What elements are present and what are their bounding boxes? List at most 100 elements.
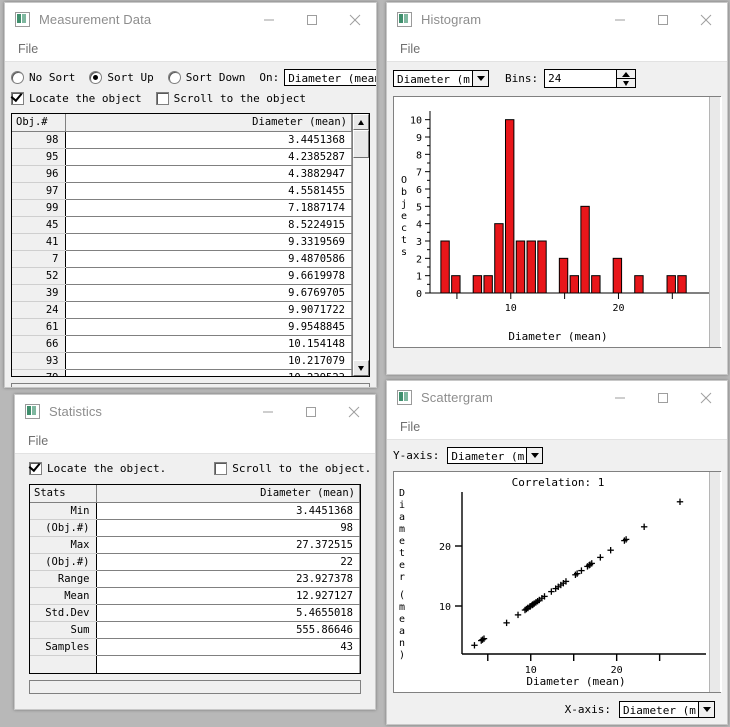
histogram-variable-combo[interactable]: Diameter (m (393, 70, 489, 87)
window-statistics[interactable]: Statistics File Locate the object. Scrol… (14, 394, 376, 710)
svg-text:5: 5 (416, 202, 422, 213)
table-row[interactable]: 41 9.3319569 (12, 233, 352, 251)
table-row[interactable]: Range 23.927378 (30, 570, 360, 588)
window-histogram[interactable]: Histogram File Diameter (m Bins: 24 O b … (386, 2, 728, 375)
maximize-icon[interactable] (289, 395, 332, 428)
radio-label-sort-up[interactable]: Sort Up (107, 71, 153, 84)
table-row[interactable]: 98 3.4451368 (12, 131, 352, 149)
checkbox-label-scroll-to-object[interactable]: Scroll to the object (174, 92, 306, 105)
close-icon[interactable] (332, 395, 375, 428)
menu-item-file[interactable]: File (400, 420, 420, 434)
table-row[interactable]: Sum 555.86646 (30, 621, 360, 639)
scattergram-scrollbar[interactable] (709, 472, 720, 692)
histogram-scrollbar[interactable] (709, 97, 720, 347)
table-vertical-scrollbar[interactable] (352, 114, 369, 376)
chevron-down-icon[interactable] (526, 448, 543, 463)
y-axis-combo[interactable]: Diameter (m (447, 447, 544, 464)
cell-stat-name: Sum (30, 621, 97, 639)
cell-stat-name: Max (30, 536, 97, 554)
titlebar-statistics[interactable]: Statistics (15, 395, 375, 428)
x-axis-combo[interactable]: Diameter (m (619, 701, 715, 718)
radio-label-sort-down[interactable]: Sort Down (186, 71, 246, 84)
checkbox-scroll-to-object[interactable] (214, 462, 228, 475)
window-scattergram[interactable]: Scattergram File Y-axis: Diameter (m Cor… (386, 380, 728, 725)
scrollbar-thumb[interactable] (353, 130, 369, 158)
minimize-icon[interactable] (598, 3, 641, 36)
minimize-icon[interactable] (247, 3, 290, 36)
table-row[interactable]: Samples 43 (30, 638, 360, 656)
radio-label-no-sort[interactable]: No Sort (29, 71, 75, 84)
table-row[interactable]: Std.Dev 5.4655018 (30, 604, 360, 622)
table-row[interactable]: 95 4.2385287 (12, 148, 352, 166)
minimize-icon[interactable] (598, 381, 641, 414)
table-row[interactable]: Mean 12.927127 (30, 587, 360, 605)
close-icon[interactable] (684, 381, 727, 414)
table-row[interactable]: 45 8.5224915 (12, 216, 352, 234)
sort-field-combo[interactable]: Diameter (mean) (284, 69, 376, 86)
table-row[interactable]: (Obj.#) 22 (30, 553, 360, 571)
bins-input[interactable]: 24 (544, 69, 618, 88)
window-title: Measurement Data (39, 12, 152, 27)
scroll-down-icon[interactable] (353, 360, 369, 376)
menubar[interactable]: File (5, 36, 376, 62)
table-row[interactable]: 7 9.4870586 (12, 250, 352, 268)
scattergram-plot[interactable]: Correlation: 1 D i a m e t e r ( m e a n… (393, 471, 722, 693)
maximize-icon[interactable] (641, 3, 684, 36)
measurement-rows: 98 3.4451368 95 4.2385287 96 4.3882947 97 4.… (12, 131, 352, 376)
checkbox-locate-object[interactable] (11, 92, 24, 105)
column-header-obj[interactable]: Obj.# (12, 114, 66, 132)
measurement-table[interactable]: Obj.# Diameter (mean) 98 3.4451368 95 4.23… (11, 113, 370, 377)
bins-spin-buttons[interactable] (617, 69, 637, 88)
chevron-down-icon[interactable] (698, 702, 714, 717)
spin-down-icon[interactable] (617, 79, 635, 87)
table-row[interactable]: Min 3.4451368 (30, 502, 360, 520)
scrollbar-track[interactable] (353, 158, 369, 360)
cell-stat-name: Samples (30, 638, 97, 656)
chevron-down-icon[interactable] (472, 71, 488, 86)
checkbox-label-locate-object[interactable]: Locate the object (29, 92, 142, 105)
spin-up-icon[interactable] (617, 70, 636, 79)
cell-stat-name: Min (30, 502, 97, 520)
maximize-icon[interactable] (641, 381, 684, 414)
table-row[interactable]: 61 9.9548845 (12, 318, 352, 336)
table-row[interactable]: 93 10.217079 (12, 352, 352, 370)
close-icon[interactable] (333, 3, 376, 36)
window-measurement-data[interactable]: Measurement Data File No Sort Sort Up So… (4, 2, 377, 388)
table-row[interactable]: 66 10.154148 (12, 335, 352, 353)
scroll-up-icon[interactable] (353, 114, 369, 130)
minimize-icon[interactable] (246, 395, 289, 428)
menu-item-file[interactable]: File (18, 42, 38, 56)
column-header-stats[interactable]: Stats (30, 485, 97, 503)
histogram-plot[interactable]: O b j e c t s 0 1 2 3 4 5 6 7 8 9 10 10 20 Diameter … (393, 96, 722, 348)
table-row[interactable]: (Obj.#) 98 (30, 519, 360, 537)
menubar[interactable]: File (387, 36, 727, 62)
checkbox-locate-object[interactable] (29, 462, 42, 475)
titlebar-scattergram[interactable]: Scattergram (387, 381, 727, 414)
column-header-diameter[interactable]: Diameter (mean) (65, 114, 352, 132)
menubar[interactable]: File (387, 414, 727, 440)
close-icon[interactable] (684, 3, 727, 36)
menu-item-file[interactable]: File (400, 42, 420, 56)
table-row[interactable]: 39 9.6769705 (12, 284, 352, 302)
checkbox-scroll-to-object[interactable] (155, 92, 169, 105)
titlebar-histogram[interactable]: Histogram (387, 3, 727, 36)
radio-no-sort[interactable] (11, 71, 24, 84)
checkbox-label-locate-object[interactable]: Locate the object. (47, 462, 166, 475)
menu-item-file[interactable]: File (28, 434, 48, 448)
checkbox-label-scroll-to-object[interactable]: Scroll to the object. (232, 462, 371, 475)
table-row[interactable]: 24 9.9071722 (12, 301, 352, 319)
table-row[interactable]: 52 9.6619978 (12, 267, 352, 285)
table-row[interactable]: Max 27.372515 (30, 536, 360, 554)
column-header-diameter[interactable]: Diameter (mean) (96, 485, 360, 503)
table-row[interactable]: 97 4.5581455 (12, 182, 352, 200)
table-row[interactable]: 96 4.3882947 (12, 165, 352, 183)
radio-sort-down[interactable] (167, 71, 181, 84)
statistics-table[interactable]: Stats Diameter (mean) Min 3.4451368 (Obj.… (29, 484, 361, 674)
table-row[interactable]: 7910.239523 (12, 369, 352, 376)
table-row[interactable]: 99 7.1887174 (12, 199, 352, 217)
titlebar-measurement-data[interactable]: Measurement Data (5, 3, 376, 36)
bins-stepper[interactable]: 24 (544, 69, 637, 88)
radio-sort-up[interactable] (89, 71, 103, 84)
maximize-icon[interactable] (290, 3, 333, 36)
menubar[interactable]: File (15, 428, 375, 454)
